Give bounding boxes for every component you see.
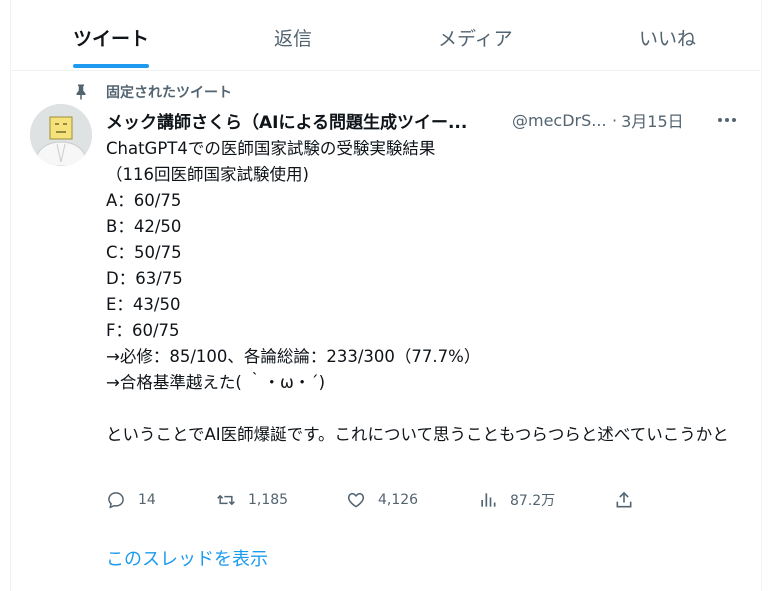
tweet-date[interactable]: 3月15日 [621, 108, 684, 132]
tweet-closing: ということでAI医師爆誕です。これについて思うこともつらつらと述べていこうかと [106, 425, 729, 444]
share-icon [616, 491, 632, 508]
views-button[interactable]: 87.2万 [478, 488, 555, 512]
tweet-line: ChatGPT4での医師国家試験の受験実験結果 [106, 139, 436, 158]
tab-replies[interactable]: 返信 [274, 24, 312, 51]
retweet-button[interactable]: 1,185 [216, 488, 288, 512]
reply-icon [108, 492, 124, 509]
tweet-header: メック講師さくら（AIによる問題生成ツイー... @mecDrS... · 3月… [106, 108, 684, 133]
tweet-line: →必修：85/100、各論総論：233/300（77.7%） [106, 347, 481, 366]
tweet-line: C：50/75 [106, 243, 182, 262]
user-handle[interactable]: @mecDrS... [512, 111, 608, 130]
tab-tweets[interactable]: ツイート [73, 24, 149, 51]
reply-button[interactable]: 14 [106, 488, 156, 512]
tweet-line: （116回医師国家試験使用) [106, 165, 309, 184]
retweet-icon [217, 494, 235, 506]
active-tab-indicator [73, 64, 149, 68]
reply-count: 14 [138, 492, 156, 508]
retweet-count: 1,185 [248, 492, 289, 508]
tab-likes[interactable]: いいね [639, 24, 696, 51]
tweet-actions: 14 1,185 4,126 87.2万 [106, 488, 666, 512]
separator-dot: · [612, 110, 618, 130]
show-thread-link[interactable]: このスレッドを表示 [106, 545, 268, 571]
pinned-indicator: 固定されたツイート [72, 82, 232, 102]
display-name[interactable]: メック講師さくら（AIによる問題生成ツイー... [106, 108, 502, 133]
tweet-line: A：60/75 [106, 191, 182, 210]
like-button[interactable]: 4,126 [346, 488, 418, 512]
tweet-text: ChatGPT4での医師国家試験の受験実験結果 （116回医師国家試験使用) A… [106, 136, 746, 448]
views-icon [481, 493, 496, 507]
avatar[interactable] [30, 104, 92, 166]
pinned-label: 固定されたツイート [106, 85, 232, 101]
more-icon [718, 118, 736, 122]
avatar-image [30, 104, 92, 166]
like-count: 4,126 [378, 492, 419, 508]
tweet-line: E：43/50 [106, 295, 181, 314]
tweet-line: F：60/75 [106, 321, 180, 340]
like-icon [347, 493, 365, 508]
more-button[interactable] [710, 108, 744, 132]
pin-icon [76, 84, 86, 100]
profile-tabs: ツイート 返信 メディア いいね [10, 0, 760, 71]
share-button[interactable] [614, 488, 634, 512]
tab-media[interactable]: メディア [438, 24, 513, 51]
tweet-line: B：42/50 [106, 217, 182, 236]
tweet-line: D：63/75 [106, 269, 183, 288]
views-count: 87.2万 [510, 493, 556, 509]
tweet-line: →合格基準越えた( ｀・ω・´) [106, 373, 326, 392]
